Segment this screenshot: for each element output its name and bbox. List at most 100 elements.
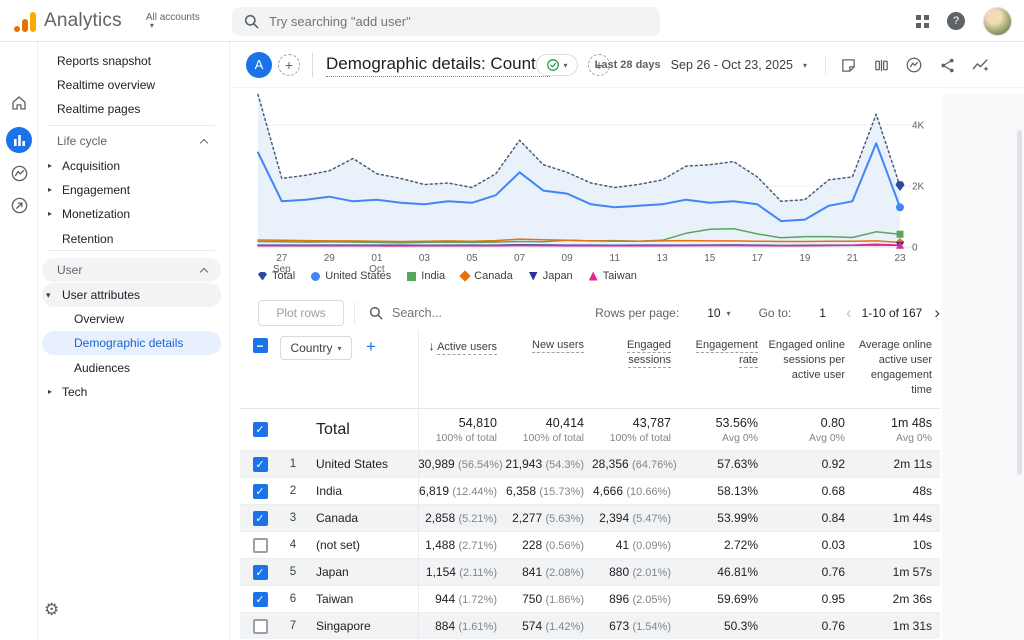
metric-cell: 53.99% [679,511,766,525]
svg-text:4K: 4K [912,121,925,132]
select-all-checkbox[interactable] [253,338,268,353]
metric-cell: 28,356 (64.76%) [592,457,679,471]
legend-item-india: India [407,270,445,282]
row-checkbox[interactable] [253,565,268,580]
explore-icon[interactable] [6,160,32,186]
column-header[interactable]: New users [505,336,592,353]
svg-text:19: 19 [799,253,811,264]
table-row[interactable]: 3Canada2,858 (5.21%)2,277 (5.63%)2,394 (… [240,504,940,531]
row-checkbox[interactable] [253,619,268,634]
reports-icon[interactable] [6,127,32,153]
table-row[interactable]: 4(not set)1,488 (2.71%)228 (0.56%)41 (0.… [240,531,940,558]
legend-item-united-states: United States [311,270,391,282]
rows-per-page-label: Rows per page: [595,306,679,320]
top-app-bar: Analytics All accounts ▾ ? [0,0,1024,42]
cell-country: (not set) [306,538,418,552]
plot-rows-button[interactable]: Plot rows [258,300,344,326]
admin-gear-icon[interactable]: ⚙ [44,600,59,620]
add-collection-icon[interactable]: + [278,54,300,76]
sidebar-item-audiences[interactable]: Audiences [42,356,221,380]
column-header[interactable]: Engaged online sessions per active user [766,336,853,383]
svg-text:13: 13 [657,253,669,264]
section-life-cycle[interactable]: Life cycle [42,129,221,153]
sidebar-item-realtime-overview[interactable]: Realtime overview [42,73,221,97]
table-row[interactable]: 1United States30,989 (56.54%)21,943 (54.… [240,450,940,477]
sidebar-item-retention[interactable]: Retention [42,227,221,251]
row-checkbox[interactable] [253,511,268,526]
canada-marker-icon [459,270,470,281]
sidebar-item-demographic-details[interactable]: Demographic details [42,331,221,355]
goto-page-input[interactable]: 1 [819,306,826,320]
row-checkbox[interactable] [253,538,268,553]
table-row[interactable]: 2India6,819 (12.44%)6,358 (15.73%)4,666 … [240,477,940,504]
insights-icon[interactable] [970,55,990,75]
row-checkbox[interactable] [253,484,268,499]
sidebar-item-overview[interactable]: Overview [42,307,221,331]
sidebar-item-engagement[interactable]: ▸Engagement [42,178,221,202]
sidebar-item-realtime-pages[interactable]: Realtime pages [42,97,221,121]
table-search[interactable] [369,306,522,320]
table-row[interactable]: 7Singapore884 (1.61%)574 (1.42%)673 (1.5… [240,612,940,639]
explore-link-icon[interactable] [904,55,924,75]
column-header[interactable]: Engagement rate [679,336,766,368]
apps-grid-icon[interactable] [916,15,929,28]
row-checkbox[interactable] [253,457,268,472]
metric-cell: 10s [853,538,940,552]
ga-analytics-app: Analytics All accounts ▾ ? Repor [0,0,1024,640]
table-row[interactable]: 6Taiwan944 (1.72%)750 (1.86%)896 (2.05%)… [240,585,940,612]
report-header: A + Demographic details: Country ▾ + Las… [230,42,1024,88]
date-range-picker[interactable]: Sep 26 - Oct 23, 2025 [671,58,793,72]
sidebar-item-reports-snapshot[interactable]: Reports snapshot [42,49,221,73]
metric-cell: 228 (0.56%) [505,538,592,552]
metric-cell: 673 (1.54%) [592,619,679,633]
check-circle-icon [546,58,560,72]
add-dimension-icon[interactable]: + [366,336,376,358]
collapse-icon [200,139,208,147]
sort-desc-icon: ↓ [429,339,435,353]
chevron-down-icon: ▾ [803,61,807,70]
account-switcher[interactable]: All accounts ▾ [146,12,200,29]
metric-cell: 0.76 [766,619,853,633]
section-user[interactable]: User [42,258,221,282]
table-search-input[interactable] [392,306,522,320]
share-icon[interactable] [937,55,957,75]
advertising-icon[interactable] [6,192,32,218]
dimension-dropdown[interactable]: Country▾ [280,336,352,360]
total-checkbox[interactable] [253,422,268,437]
metric-cell: 30,989 (56.54%) [418,457,505,471]
collection-badge[interactable]: A [246,52,272,78]
metric-cell: 0.84 [766,511,853,525]
sidebar-item-tech[interactable]: ▸Tech [42,380,221,404]
column-header[interactable]: Engaged sessions [592,336,679,368]
table-header-row: Country▾ + ↓ Active usersNew usersEngage… [240,330,940,408]
home-icon[interactable] [6,90,32,116]
report-saved-indicator[interactable]: ▾ [536,54,578,76]
chevron-down-icon[interactable]: ▾ [727,309,731,318]
metric-cell: 6,819 (12.44%) [418,484,505,498]
metric-cell: 50.3% [679,619,766,633]
column-header[interactable]: ↓ Active users [418,336,505,355]
metric-cell: 1,488 (2.71%) [418,538,505,552]
row-index: 6 [280,593,306,605]
avatar[interactable] [983,7,1012,36]
page-title[interactable]: Demographic details: Country [326,54,550,77]
table-row[interactable]: 5Japan1,154 (2.11%)841 (2.08%)880 (2.01%… [240,558,940,585]
column-header[interactable]: Average online active user engagement ti… [853,336,940,397]
metric-cell: 1m 44s [853,511,940,525]
row-checkbox[interactable] [253,592,268,607]
analytics-logo-icon[interactable] [14,10,36,32]
sidebar-item-acquisition[interactable]: ▸Acquisition [42,154,221,178]
divider [418,330,419,639]
sidebar-item-user-attributes[interactable]: ▾User attributes [42,283,221,307]
previous-page-icon[interactable]: ‹ [846,303,852,323]
row-index: 5 [280,566,306,578]
active-users-line-chart[interactable]: 02K4K27Sep2901Oct0305070911131517192123 [230,88,1024,296]
help-icon[interactable]: ? [947,12,965,30]
global-search[interactable] [232,7,660,36]
sidebar-item-monetization[interactable]: ▸Monetization [42,202,221,226]
rows-per-page-select[interactable]: 10 [707,306,720,320]
next-page-icon[interactable]: › [934,303,940,323]
comparisons-icon[interactable] [871,55,891,75]
note-icon[interactable] [838,55,858,75]
search-input[interactable] [269,14,609,29]
